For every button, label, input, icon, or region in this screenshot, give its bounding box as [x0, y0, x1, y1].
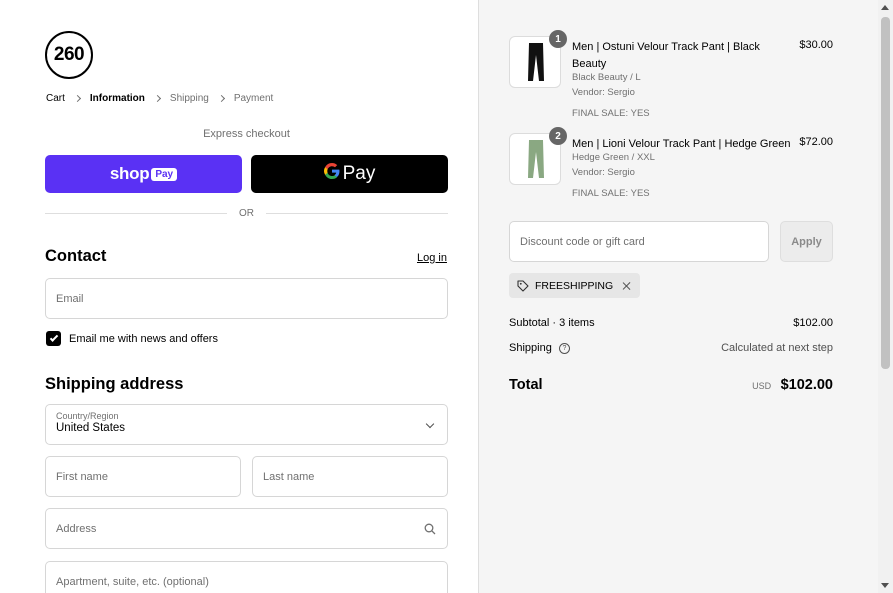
- express-checkout-label: Express checkout: [203, 128, 290, 140]
- currency-code: USD: [752, 381, 772, 391]
- breadcrumb-payment: Payment: [233, 93, 274, 104]
- total-value: $102.00: [780, 377, 833, 393]
- tag-icon: [517, 279, 529, 292]
- google-pay-button[interactable]: Pay: [251, 155, 448, 193]
- first-name-field[interactable]: [45, 456, 241, 497]
- order-item: 1 Men | Ostuni Velour Track Pant | Black…: [509, 30, 833, 120]
- scroll-down-arrow-icon[interactable]: [881, 583, 889, 588]
- chevron-right-icon: [217, 94, 225, 103]
- subtotal-row: Subtotal · 3 items $102.00: [509, 317, 833, 329]
- divider-line: [45, 213, 227, 214]
- or-label: OR: [239, 208, 254, 219]
- quantity-badge: 1: [549, 30, 567, 48]
- order-item: 2 Men | Lioni Velour Track Pant | Hedge …: [509, 127, 833, 203]
- breadcrumb-shipping: Shipping: [169, 93, 209, 104]
- checkmark-icon: [49, 332, 58, 342]
- question-icon[interactable]: ?: [558, 342, 570, 354]
- first-name-input[interactable]: [56, 470, 240, 483]
- final-sale-note: FINAL SALE: YES: [572, 188, 650, 199]
- newsletter-checkbox[interactable]: [46, 331, 61, 346]
- quantity-badge: 2: [549, 127, 567, 145]
- country-value: United States: [56, 422, 126, 434]
- breadcrumb-information: Information: [89, 93, 145, 104]
- newsletter-option[interactable]: Email me with news and offers: [46, 331, 218, 346]
- email-field[interactable]: [45, 278, 448, 319]
- checkout-form-panel: 260 Cart Information Shipping Payment Ex…: [0, 0, 478, 593]
- product-vendor: Vendor: Sergio: [572, 167, 635, 178]
- discount-code-label: FREESHIPPING: [535, 279, 614, 292]
- page-scrollbar[interactable]: [878, 0, 893, 593]
- or-divider: OR: [45, 208, 448, 219]
- logo-text: 260: [53, 44, 85, 65]
- country-select[interactable]: Country/Region United States: [45, 404, 448, 445]
- divider-line: [266, 213, 448, 214]
- last-name-field[interactable]: [252, 456, 448, 497]
- contact-title: Contact: [45, 247, 107, 265]
- scroll-up-arrow-icon[interactable]: [881, 5, 889, 10]
- search-icon[interactable]: [424, 523, 436, 535]
- product-vendor: Vendor: Sergio: [572, 87, 635, 98]
- scrollbar-thumb[interactable]: [881, 17, 890, 369]
- google-pay-label: Pay: [342, 163, 376, 184]
- newsletter-label: Email me with news and offers: [69, 332, 218, 345]
- store-logo[interactable]: 260: [45, 31, 93, 79]
- subtotal-value: $102.00: [793, 317, 833, 329]
- country-label: Country/Region: [56, 411, 119, 421]
- product-price: $72.00: [799, 136, 833, 148]
- chevron-right-icon: [153, 94, 161, 103]
- shipping-value: Calculated at next step: [721, 342, 833, 354]
- address-input[interactable]: [56, 522, 447, 535]
- shipping-address-title: Shipping address: [45, 375, 184, 393]
- shop-pay-badge: Pay: [151, 167, 178, 181]
- total-label: Total: [509, 377, 543, 393]
- breadcrumb: Cart Information Shipping Payment: [46, 93, 273, 104]
- final-sale-note: FINAL SALE: YES: [572, 108, 650, 119]
- apartment-field[interactable]: [45, 561, 448, 593]
- total-row: Total USD $102.00: [509, 376, 833, 394]
- apply-button[interactable]: Apply: [780, 221, 833, 262]
- applied-discount-chip: FREESHIPPING: [509, 273, 641, 298]
- shop-pay-wordmark: shop: [109, 164, 150, 183]
- subtotal-label: Subtotal · 3 items: [509, 317, 595, 329]
- address-field[interactable]: [45, 508, 448, 549]
- shipping-row: Shipping ? Calculated at next step: [509, 342, 833, 354]
- product-variant: Hedge Green / XXL: [572, 152, 655, 163]
- product-name: Men | Lioni Velour Track Pant | Hedge Gr…: [572, 138, 790, 150]
- discount-row: Apply: [509, 221, 833, 262]
- discount-field[interactable]: [509, 221, 769, 262]
- discount-input[interactable]: [520, 235, 768, 248]
- shipping-label: Shipping: [509, 342, 552, 354]
- log-in-link[interactable]: Log in: [417, 252, 447, 264]
- breadcrumb-cart[interactable]: Cart: [46, 93, 65, 104]
- google-g-icon: [323, 163, 340, 185]
- remove-discount-icon[interactable]: [622, 281, 632, 291]
- apartment-input[interactable]: [56, 575, 447, 588]
- product-variant: Black Beauty / L: [572, 72, 641, 83]
- product-price: $30.00: [799, 39, 833, 51]
- product-name: Men | Ostuni Velour Track Pant | Black B…: [572, 41, 760, 70]
- email-input[interactable]: [56, 292, 447, 305]
- last-name-input[interactable]: [263, 470, 447, 483]
- shop-pay-button[interactable]: shop Pay: [45, 155, 242, 193]
- chevron-right-icon: [73, 94, 81, 103]
